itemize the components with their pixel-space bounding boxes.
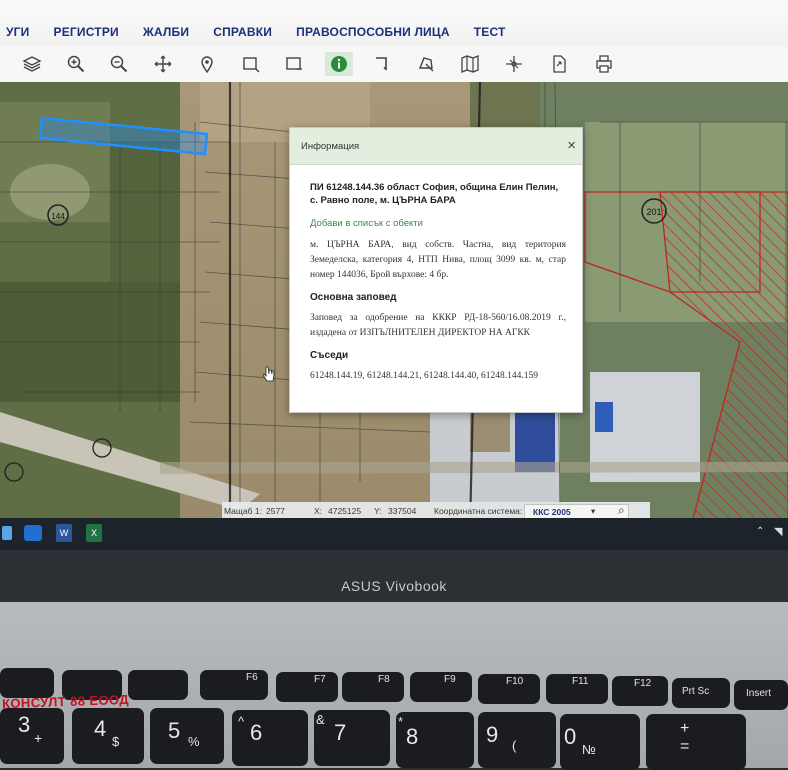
x-value: 4725125 [328, 506, 362, 516]
select-area-icon[interactable] [280, 52, 308, 76]
scale-value: 2577 [266, 506, 285, 516]
order-text: Заповед за одобрение на КККР РД-18-560/1… [310, 313, 566, 338]
y-value: 337504 [388, 506, 417, 516]
y-label: Y: [374, 506, 382, 516]
svg-text:144: 144 [51, 212, 65, 221]
export-icon[interactable] [545, 52, 573, 76]
info-icon[interactable] [325, 52, 353, 76]
key-insert[interactable]: Insert [734, 680, 788, 710]
parcel-description: м. ЦЪРНА БАРА, вид собств. Частна, вид т… [310, 240, 566, 280]
key-f7[interactable]: F7 [276, 672, 338, 702]
coordinate-system-label: Координатна система: [434, 506, 523, 516]
pan-icon[interactable] [149, 52, 177, 76]
wifi-icon[interactable]: ◥ [774, 525, 782, 538]
key-f4[interactable] [0, 668, 54, 698]
neighbors-text: 61248.144.19, 61248.144.21, 61248.144.40… [310, 371, 538, 381]
measure-line-icon[interactable] [368, 52, 396, 76]
key-3[interactable]: 3 + [0, 708, 64, 764]
zoom-in-icon[interactable] [62, 52, 90, 76]
coordinate-system-value: ККС 2005 [533, 507, 571, 517]
order-heading: Основна заповед [310, 292, 397, 303]
close-icon[interactable]: × [567, 137, 576, 154]
svg-text:201: 201 [646, 207, 661, 217]
x-label: X: [314, 506, 323, 516]
key-8[interactable]: 8 * [396, 712, 474, 768]
popup-header-title: Информация [301, 141, 360, 152]
key-f11[interactable]: F11 [546, 674, 608, 704]
key-equals[interactable]: + = [646, 714, 746, 770]
add-to-list-link[interactable]: Добави в списък с обекти [310, 218, 566, 229]
menu-item-complaints[interactable]: ЖАЛБИ [131, 25, 201, 39]
key-f5b[interactable] [128, 670, 188, 700]
measure-area-icon[interactable] [412, 52, 440, 76]
laptop-brand-logo: ASUS Vivobook [341, 578, 447, 594]
scale-label: Мащаб 1: [224, 506, 262, 516]
search-icon[interactable]: ⌕ [618, 503, 625, 518]
key-0[interactable]: 0 № [560, 714, 640, 770]
word-icon[interactable]: W [56, 524, 72, 542]
menu-item-reports[interactable]: СПРАВКИ [201, 25, 284, 39]
chevron-up-icon[interactable]: ⌃ [756, 526, 764, 537]
key-f12[interactable]: F12 [612, 676, 668, 706]
monitor-screen: УГИ РЕГИСТРИ ЖАЛБИ СПРАВКИ ПРАВОСПОСОБНИ… [0, 0, 788, 530]
laptop-keyboard-deck: F6 F7 F8 F9 F10 F11 F12 Prt Sc Insert 3 … [0, 602, 788, 770]
zoom-out-icon[interactable] [105, 52, 133, 76]
popup-header: Информация × [290, 128, 582, 165]
key-f9[interactable]: F9 [410, 672, 472, 702]
mouse-cursor-icon [263, 366, 275, 382]
map-toolbar [0, 46, 788, 83]
menu-item-licensed-persons[interactable]: ПРАВОСПОСОБНИ ЛИЦА [284, 25, 462, 39]
menu-item-services[interactable]: УГИ [0, 25, 42, 39]
key-6[interactable]: 6 ^ [232, 710, 308, 766]
neighbors-heading: Съседи [310, 350, 349, 361]
parcel-title: ПИ 61248.144.36 област София, община Ели… [310, 182, 559, 206]
key-f10[interactable]: F10 [478, 674, 540, 704]
select-rectangle-icon[interactable] [237, 52, 265, 76]
top-menu-bar: УГИ РЕГИСТРИ ЖАЛБИ СПРАВКИ ПРАВОСПОСОБНИ… [0, 0, 788, 47]
key-f8[interactable]: F8 [342, 672, 404, 702]
key-4[interactable]: 4 $ [72, 708, 144, 764]
windows-taskbar: W X ⌃ ◥ [0, 518, 788, 550]
file-explorer-icon[interactable] [24, 525, 42, 541]
menu-item-test[interactable]: ТЕСТ [462, 25, 518, 39]
key-f6[interactable]: F6 [200, 670, 268, 700]
key-5[interactable]: 5 % [150, 708, 224, 764]
coordinates-icon[interactable] [500, 52, 528, 76]
key-prtsc[interactable]: Prt Sc [672, 678, 730, 708]
map-icon[interactable] [456, 52, 484, 76]
menu-item-registers[interactable]: РЕГИСТРИ [42, 25, 131, 39]
key-7[interactable]: 7 & [314, 710, 390, 766]
key-9[interactable]: 9 ( [478, 712, 556, 768]
start-icon[interactable] [2, 526, 12, 540]
print-icon[interactable] [590, 52, 618, 76]
info-popup: Информация × ПИ 61248.144.36 област Софи… [289, 127, 583, 413]
locate-pin-icon[interactable] [193, 52, 221, 76]
layers-icon[interactable] [18, 52, 46, 76]
laptop-bezel [0, 550, 788, 602]
excel-icon[interactable]: X [86, 524, 102, 542]
chevron-down-icon: ▾ [591, 506, 596, 516]
